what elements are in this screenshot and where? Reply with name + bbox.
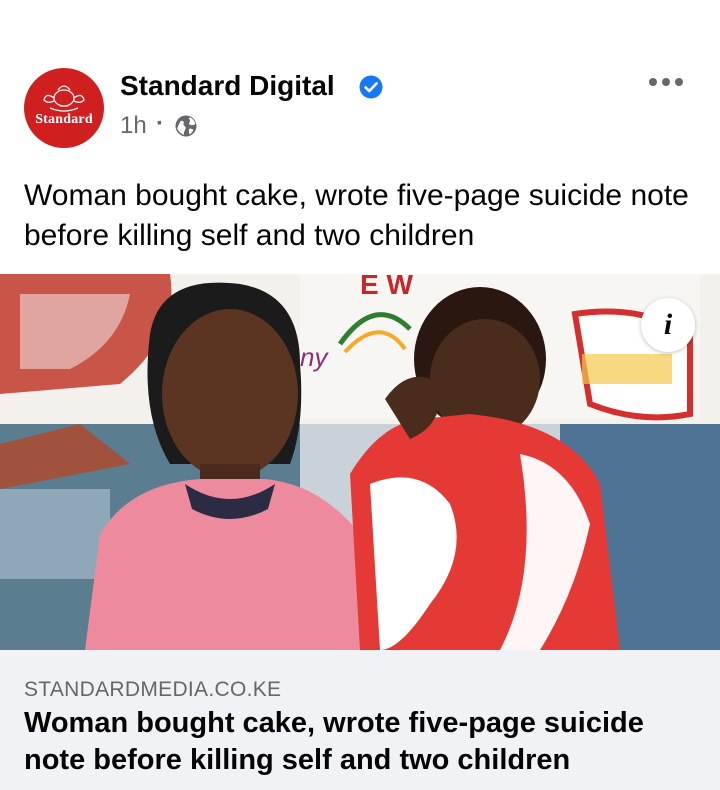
meta-separator: · — [156, 110, 164, 137]
globe-icon — [175, 115, 197, 137]
facebook-post: Standard Standard Digital 1h · Woman bou… — [0, 0, 720, 790]
post-header: Standard Standard Digital 1h · — [0, 60, 720, 150]
svg-text:ny: ny — [300, 342, 329, 372]
crest-logo — [43, 85, 85, 112]
link-headline[interactable]: Woman bought cake, wrote five-page suici… — [24, 705, 704, 779]
avatar-label: Standard — [35, 112, 93, 127]
info-icon: i — [663, 308, 673, 341]
page-name-link[interactable]: Standard Digital — [120, 70, 335, 102]
post-caption: Woman bought cake, wrote five-page suici… — [24, 179, 689, 252]
ad-info-button[interactable]: i — [641, 298, 695, 352]
link-domain: STANDARDMEDIA.CO.KE — [24, 678, 282, 701]
verified-badge-icon — [359, 75, 383, 99]
post-timestamp[interactable]: 1h — [120, 112, 147, 140]
post-photo[interactable]: E W ny — [0, 274, 720, 650]
svg-text:E W: E W — [360, 274, 413, 300]
photo-illustration: E W ny — [0, 274, 720, 650]
more-options-icon[interactable] — [646, 76, 686, 88]
page-avatar[interactable]: Standard — [24, 68, 104, 148]
link-preview[interactable]: STANDARDMEDIA.CO.KE Woman bought cake, w… — [0, 650, 720, 790]
